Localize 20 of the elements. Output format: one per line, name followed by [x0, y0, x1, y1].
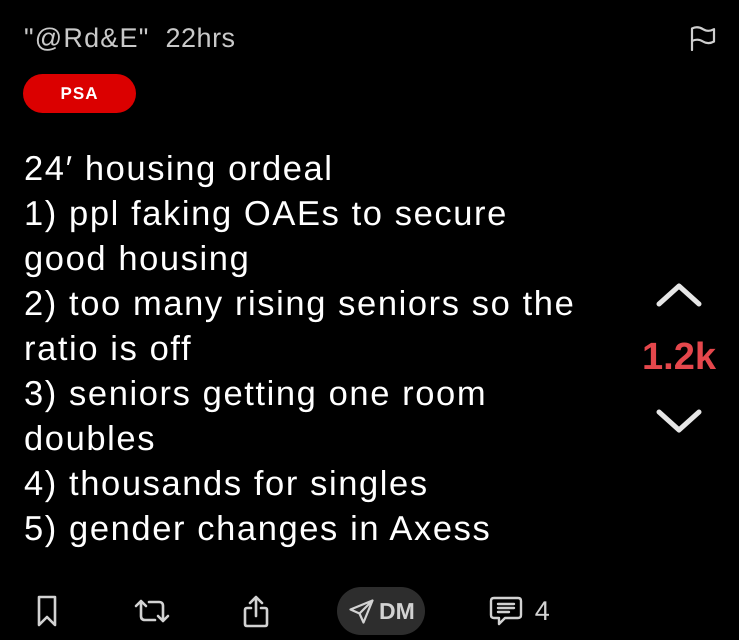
post-paragraph: 4) thousands for singles: [24, 464, 429, 505]
chevron-down-icon[interactable]: [656, 408, 702, 432]
post-paragraph: 24′ housing ordeal: [24, 149, 334, 190]
flag-icon[interactable]: [690, 26, 716, 50]
chevron-up-icon[interactable]: [656, 282, 702, 306]
comments-button[interactable]: 4: [488, 596, 550, 626]
speech-bubble-icon: [488, 596, 523, 626]
repost-icon[interactable]: [133, 597, 171, 625]
vote-count: 1.2k: [642, 336, 716, 376]
share-icon[interactable]: [242, 594, 270, 628]
dm-button[interactable]: DM: [337, 587, 425, 635]
author-name: "@Rd&E": [24, 22, 150, 54]
paper-plane-icon: [349, 598, 374, 624]
post-time: 22hrs: [166, 22, 236, 54]
tag-badge: PSA: [23, 74, 136, 113]
post-paragraph: 5) gender changes in Axess: [24, 509, 492, 550]
post-paragraph: 2) too many rising seniors so the ratio is off: [24, 284, 576, 370]
post-paragraph: 3) seniors getting one room doubles: [24, 374, 488, 460]
post-paragraph: 1) ppl faking OAEs to secure good housing: [24, 194, 508, 280]
bookmark-icon[interactable]: [37, 595, 57, 627]
